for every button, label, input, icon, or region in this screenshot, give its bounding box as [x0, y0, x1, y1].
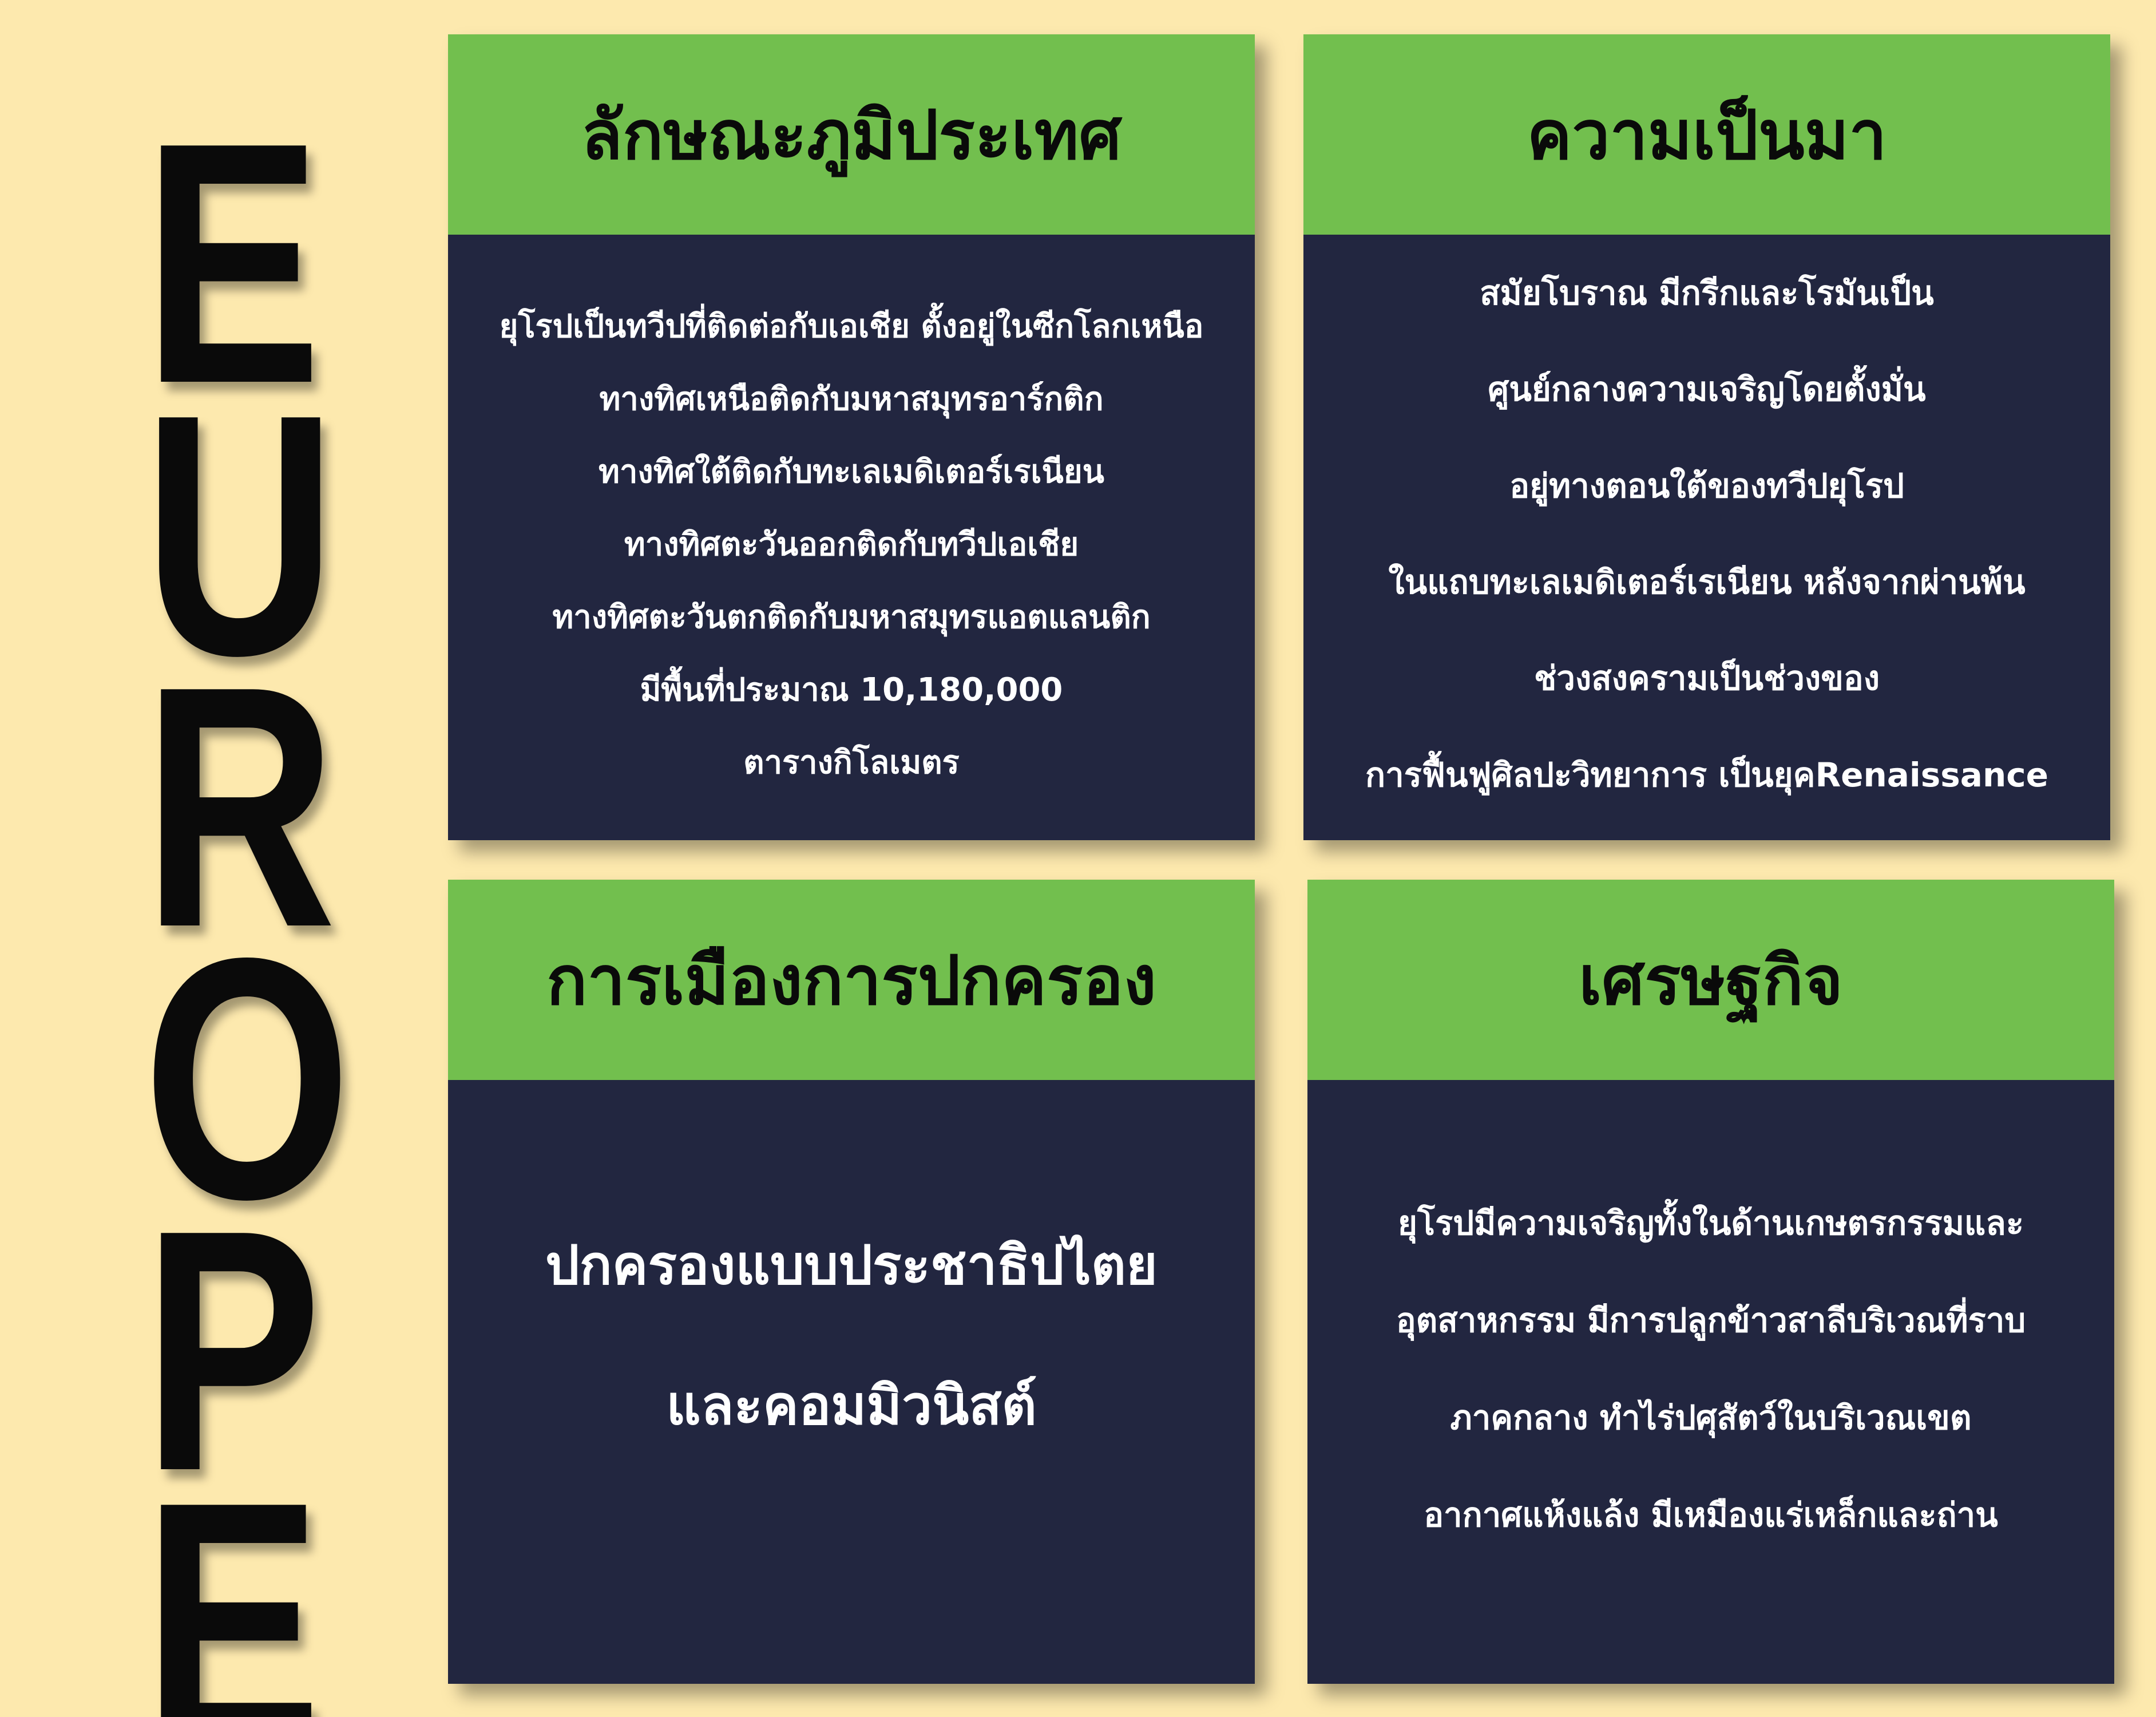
history-card-title: ความเป็นมา — [1527, 96, 1887, 175]
geography-line: ทางทิศตะวันออกติดกับทวีปเอเชีย — [624, 526, 1079, 563]
government-card: การเมืองการปกครอง ปกครองแบบประชาธิปไตย แ… — [448, 880, 1255, 1684]
history-line: อยู่ทางตอนใต้ของทวีปยุโรป — [1509, 466, 1904, 505]
history-card-header: ความเป็นมา — [1303, 34, 2110, 235]
geography-card-title: ลักษณะภูมิประเทศ — [581, 96, 1122, 175]
government-card-body: ปกครองแบบประชาธิปไตย และคอมมิวนิสต์ — [448, 1080, 1255, 1684]
history-line: ศูนย์กลางความเจริญโดยตั้งมั่น — [1488, 370, 1926, 409]
government-line: ปกครองแบบประชาธิปไตย — [545, 1235, 1158, 1297]
economy-line: ยุโรปมีความเจริญทั้งในด้านเกษตรกรรมและ — [1397, 1204, 2024, 1243]
economy-line: อากาศแห้งแล้ง มีเหมืองแร่เหล็กและถ่าน — [1424, 1496, 1998, 1534]
geography-line: ทางทิศใต้ติดกับทะเลเมดิเตอร์เรเนียน — [599, 453, 1104, 490]
government-card-header: การเมืองการปกครอง — [448, 880, 1255, 1080]
history-line: ช่วงสงครามเป็นช่วงของ — [1533, 659, 1880, 698]
history-line: การฟื้นฟูศิลปะวิทยาการ เป็นยุคRenaissanc… — [1365, 755, 2048, 794]
economy-line: ภาคกลาง ทำไร่ปศุสัตว์ในบริเวณเขต — [1450, 1398, 1972, 1437]
history-card: ความเป็นมา สมัยโบราณ มีกรีกและโรมันเป็น … — [1303, 34, 2110, 840]
geography-line: ทางทิศเหนือติดกับมหาสมุทรอาร์กติก — [599, 381, 1104, 418]
geography-line: มีพื้นที่ประมาณ 10,180,000 — [640, 671, 1063, 709]
history-card-body: สมัยโบราณ มีกรีกและโรมันเป็น ศูนย์กลางคว… — [1303, 235, 2110, 840]
geography-line: ทางทิศตะวันตกติดกับมหาสมุทรแอตแลนติก — [552, 599, 1151, 636]
economy-card-header: เศรษฐกิจ — [1307, 880, 2114, 1080]
economy-line: อุตสาหกรรม มีการปลูกข้าวสาลีบริเวณที่ราบ — [1396, 1301, 2026, 1340]
economy-card-body: ยุโรปมีความเจริญทั้งในด้านเกษตรกรรมและ อ… — [1307, 1080, 2114, 1684]
geography-card-body: ยุโรปเป็นทวีปที่ติดต่อกับเอเชีย ตั้งอยู่… — [448, 235, 1255, 840]
economy-card-title: เศรษฐกิจ — [1578, 941, 1844, 1020]
geography-card-header: ลักษณะภูมิประเทศ — [448, 34, 1255, 235]
government-card-title: การเมืองการปกครอง — [546, 941, 1156, 1020]
economy-card: เศรษฐกิจ ยุโรปมีความเจริญทั้งในด้านเกษตร… — [1307, 880, 2114, 1684]
geography-line: ตารางกิโลเมตร — [743, 744, 960, 781]
history-line: สมัยโบราณ มีกรีกและโรมันเป็น — [1480, 274, 1934, 312]
poster: E U R O P E ลักษณะภูมิประเทศ ยุโรปเป็นทว… — [0, 0, 2156, 1717]
history-line: ในแถบทะเลเมดิเตอร์เรเนียน หลังจากผ่านพ้น — [1388, 562, 2026, 602]
geography-line: ยุโรปเป็นทวีปที่ติดต่อกับเอเชีย ตั้งอยู่… — [499, 308, 1204, 345]
geography-card: ลักษณะภูมิประเทศ ยุโรปเป็นทวีปที่ติดต่อก… — [448, 34, 1255, 840]
side-title-letter-e2: E — [143, 1431, 322, 1717]
government-line: และคอมมิวนิสต์ — [666, 1375, 1037, 1437]
